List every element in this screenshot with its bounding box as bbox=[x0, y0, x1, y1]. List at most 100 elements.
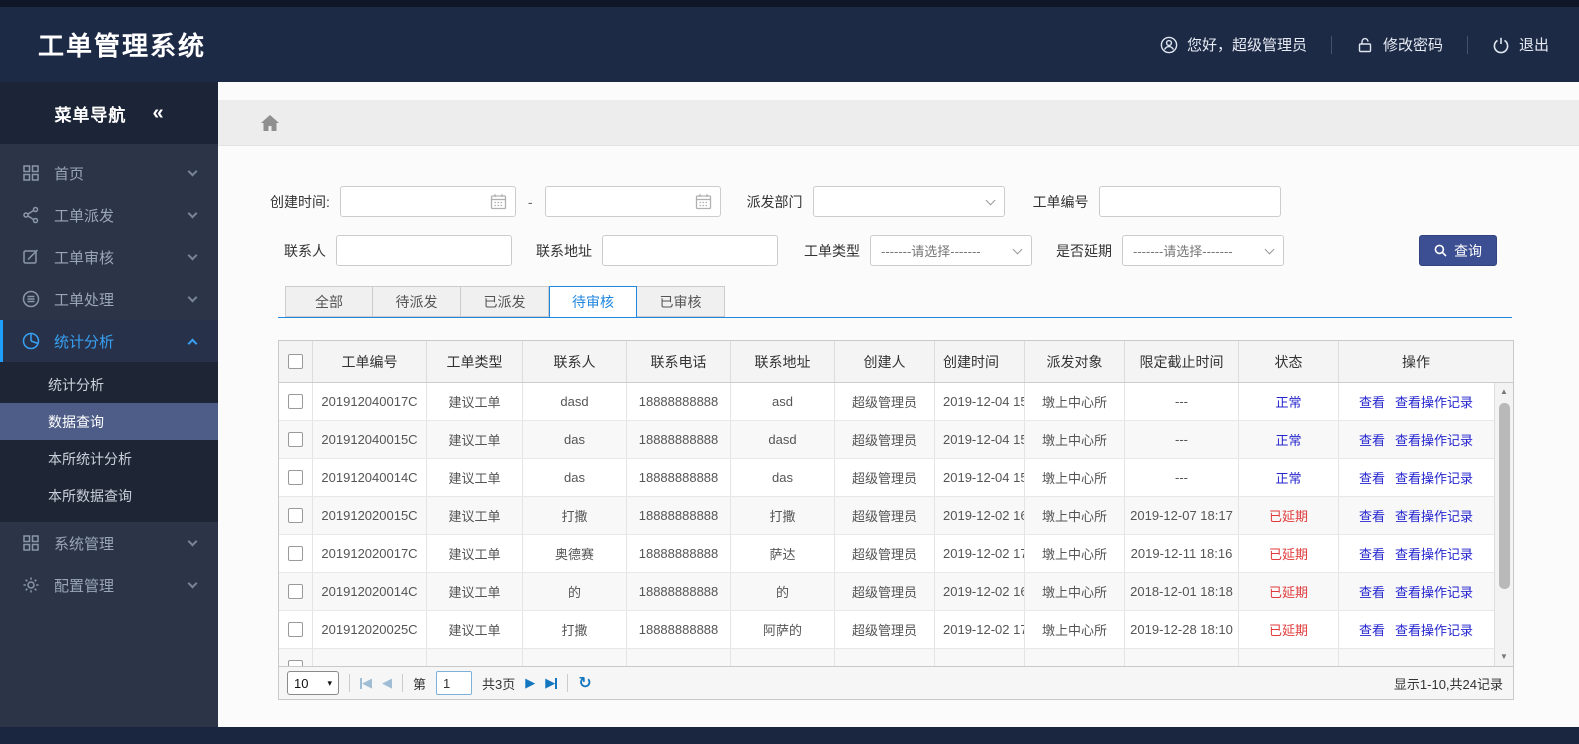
view-log-link[interactable]: 查看操作记录 bbox=[1395, 392, 1473, 411]
view-link[interactable]: 查看 bbox=[1359, 468, 1385, 487]
phone-cell: 18888888888 bbox=[627, 611, 731, 648]
view-log-link[interactable]: 查看操作记录 bbox=[1395, 506, 1473, 525]
creator-cell: 超级管理员 bbox=[835, 573, 935, 610]
view-link[interactable]: 查看 bbox=[1359, 430, 1385, 449]
tab-reviewed[interactable]: 已审核 bbox=[637, 286, 725, 317]
submenu-item-local-data-query[interactable]: 本所数据查询 bbox=[0, 477, 218, 514]
scroll-down-icon[interactable]: ▼ bbox=[1500, 648, 1508, 666]
deadline-cell: 2019-12-28 18:10 bbox=[1125, 611, 1239, 648]
next-page-icon[interactable]: ▶ bbox=[525, 675, 535, 691]
address-cell: 的 bbox=[731, 573, 835, 610]
view-log-link[interactable]: 查看操作记录 bbox=[1395, 430, 1473, 449]
row-checkbox[interactable] bbox=[288, 470, 303, 485]
view-log-link[interactable]: 查看操作记录 bbox=[1395, 582, 1473, 601]
delay-value: -------请选择------- bbox=[1133, 244, 1233, 259]
submenu-item-statistics[interactable]: 统计分析 bbox=[0, 366, 218, 403]
search-button[interactable]: 查询 bbox=[1419, 235, 1497, 266]
address-input[interactable] bbox=[602, 235, 778, 266]
row-checkbox[interactable] bbox=[288, 584, 303, 599]
gear-icon bbox=[22, 576, 40, 594]
sidebar-item-config[interactable]: 配置管理 bbox=[0, 564, 218, 606]
greeting-text: 您好，超级管理员 bbox=[1186, 37, 1307, 54]
chevron-down-icon bbox=[187, 578, 198, 589]
tab-pending-review[interactable]: 待审核 bbox=[549, 286, 637, 318]
logout-button[interactable]: 退出 bbox=[1492, 34, 1549, 55]
date-range-separator: - bbox=[527, 193, 533, 210]
search-icon bbox=[1434, 244, 1447, 257]
share-icon bbox=[22, 206, 40, 224]
calendar-icon[interactable] bbox=[490, 193, 507, 210]
scrollbar-thumb[interactable] bbox=[1498, 403, 1510, 589]
sidebar-item-process[interactable]: 工单处理 bbox=[0, 278, 218, 320]
deadline-cell: 2018-12-01 18:18 bbox=[1125, 573, 1239, 610]
view-log-link[interactable]: 查看操作记录 bbox=[1395, 620, 1473, 639]
row-checkbox[interactable] bbox=[288, 508, 303, 523]
row-checkbox[interactable] bbox=[288, 622, 303, 637]
tab-dispatched[interactable]: 已派发 bbox=[461, 286, 549, 317]
dispatch-dept-select[interactable] bbox=[812, 186, 1005, 217]
filter-row-2: 联系人 联系地址 工单类型 -------请选择------- 是否延期 ---… bbox=[270, 235, 1497, 266]
create-time-end-input[interactable] bbox=[544, 186, 721, 217]
row-checkbox[interactable] bbox=[288, 394, 303, 409]
page-size-value: 10 bbox=[294, 675, 309, 691]
contact-input[interactable] bbox=[336, 235, 512, 266]
sidebar-item-label: 首页 bbox=[54, 165, 85, 183]
submenu-item-data-query[interactable]: 数据查询 bbox=[0, 403, 218, 440]
delay-select[interactable]: -------请选择------- bbox=[1122, 235, 1284, 266]
view-log-link[interactable]: 查看操作记录 bbox=[1395, 468, 1473, 487]
calendar-icon[interactable] bbox=[695, 193, 712, 210]
collapse-sidebar-icon[interactable]: « bbox=[152, 103, 163, 123]
vertical-scrollbar[interactable]: ▲ ▼ bbox=[1494, 383, 1513, 666]
created-time-cell bbox=[935, 649, 1025, 666]
address-label: 联系地址 bbox=[536, 242, 592, 259]
sidebar-item-review[interactable]: 工单审核 bbox=[0, 236, 218, 278]
page-size-select[interactable]: 10 ▾ bbox=[287, 671, 339, 695]
last-page-icon[interactable]: ▶ bbox=[545, 675, 558, 691]
view-link[interactable]: 查看 bbox=[1359, 506, 1385, 525]
address-cell: asd bbox=[731, 383, 835, 420]
page-number-input[interactable] bbox=[436, 671, 473, 695]
view-link[interactable]: 查看 bbox=[1359, 392, 1385, 411]
order-type-cell: 建议工单 bbox=[427, 383, 523, 420]
sidebar-item-label: 工单审核 bbox=[54, 249, 115, 267]
row-checkbox[interactable] bbox=[288, 546, 303, 561]
creator-cell: 超级管理员 bbox=[835, 383, 935, 420]
column-header: 派发对象 bbox=[1025, 341, 1125, 382]
scroll-up-icon[interactable]: ▲ bbox=[1500, 383, 1508, 401]
order-no-input[interactable] bbox=[1098, 186, 1281, 217]
user-greeting[interactable]: 您好，超级管理员 bbox=[1160, 34, 1307, 55]
creator-cell bbox=[835, 649, 935, 666]
change-password-button[interactable]: 修改密码 bbox=[1356, 34, 1443, 55]
first-page-icon[interactable]: ◀ bbox=[360, 675, 372, 691]
previous-page-icon[interactable]: ◀ bbox=[382, 675, 392, 691]
phone-cell: 18888888888 bbox=[627, 383, 731, 420]
refresh-icon[interactable]: ↻ bbox=[578, 673, 591, 693]
create-time-start-input[interactable] bbox=[339, 186, 516, 217]
view-link[interactable]: 查看 bbox=[1359, 582, 1385, 601]
order-type-select[interactable]: -------请选择------- bbox=[870, 235, 1032, 266]
status-badge: 已延期 bbox=[1239, 611, 1339, 648]
sidebar-item-dispatch[interactable]: 工单派发 bbox=[0, 194, 218, 236]
tab-pending-dispatch[interactable]: 待派发 bbox=[373, 286, 461, 317]
submenu-item-local-statistics[interactable]: 本所统计分析 bbox=[0, 440, 218, 477]
view-link[interactable]: 查看 bbox=[1359, 544, 1385, 563]
table-row: 201912020017C 建议工单 奥德赛 18888888888 萨达 超级管理员 20… bbox=[279, 535, 1513, 573]
tab-all[interactable]: 全部 bbox=[285, 286, 373, 317]
order-type-cell: 建议工单 bbox=[427, 611, 523, 648]
address-cell: 打撒 bbox=[731, 497, 835, 534]
address-cell: 萨达 bbox=[731, 535, 835, 572]
submenu-item-label: 统计分析 bbox=[48, 376, 104, 393]
chevron-down-icon bbox=[1012, 244, 1023, 254]
status-badge: 正常 bbox=[1239, 421, 1339, 458]
deadline-cell bbox=[1125, 649, 1239, 666]
pagination-divider bbox=[402, 674, 403, 692]
view-link[interactable]: 查看 bbox=[1359, 620, 1385, 639]
home-icon[interactable] bbox=[260, 114, 280, 132]
view-log-link[interactable]: 查看操作记录 bbox=[1395, 544, 1473, 563]
row-checkbox[interactable] bbox=[288, 432, 303, 447]
sidebar-item-statistics[interactable]: 统计分析 bbox=[0, 320, 218, 362]
row-checkbox[interactable] bbox=[288, 660, 303, 666]
select-all-checkbox[interactable] bbox=[288, 354, 303, 369]
sidebar-item-system[interactable]: 系统管理 bbox=[0, 522, 218, 564]
sidebar-item-home[interactable]: 首页 bbox=[0, 152, 218, 194]
